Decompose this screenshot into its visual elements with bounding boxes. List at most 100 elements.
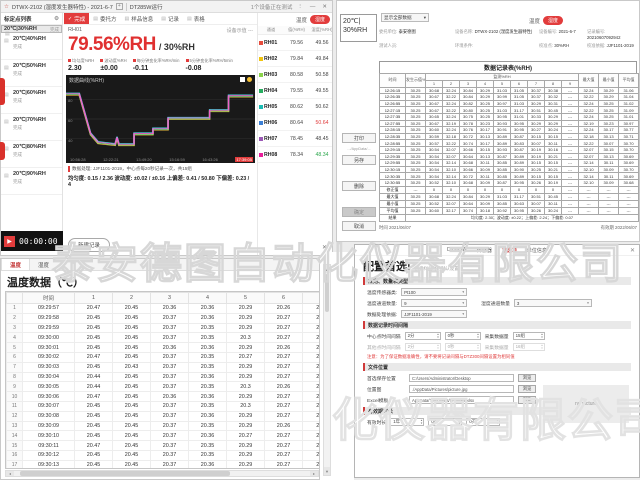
cell: 30.68	[460, 160, 477, 167]
cell: ---	[562, 153, 579, 160]
browse-button[interactable]: 浏览	[518, 396, 536, 404]
tab-humidity-active[interactable]: 湿度	[543, 16, 563, 25]
cell: 32.22	[443, 107, 460, 114]
vertical-scrollbar[interactable]: ▲ ▼	[323, 264, 331, 476]
file-path-input[interactable]: AppData/Templates/template.xlsx	[409, 396, 514, 404]
sensor-type-label: 温度传感器类:	[367, 289, 397, 296]
sidebar-item-calibration-point[interactable]: ▤20℃|50%RH完成	[1, 60, 62, 87]
cell: 30.26	[528, 179, 545, 186]
tab-temperature[interactable]: 温度	[296, 16, 307, 24]
dialog-tab-首选项[interactable]: 首选项	[502, 247, 517, 254]
scroll-right-icon[interactable]: ▸	[310, 471, 318, 476]
cancel-button[interactable]: 取消	[342, 221, 376, 231]
cell: 20.45	[75, 333, 113, 343]
tab-item[interactable]: ▤记录	[157, 13, 183, 24]
validity-year-stepper[interactable]: 1年▴▾	[390, 418, 424, 426]
cell: 20.37	[151, 421, 189, 431]
cell: 30.54	[426, 153, 443, 160]
scrollbar-thumb[interactable]	[325, 274, 329, 312]
cell: 30.99	[494, 94, 511, 101]
scroll-left-icon[interactable]: ◂	[6, 471, 14, 476]
sidebar-item-calibration-point[interactable]: ▤20℃|80%RH完成	[1, 141, 62, 168]
scroll-up-icon[interactable]: ▲	[324, 265, 330, 273]
scrollbar-thumb[interactable]	[20, 471, 230, 476]
sensor-type-select[interactable]: Pt100▾	[401, 288, 467, 296]
add-tab-button[interactable]: +	[116, 3, 123, 10]
tab-item[interactable]: ▤委托方	[89, 13, 120, 24]
save-as-button[interactable]: 另存	[342, 155, 376, 165]
cell: 30.11	[545, 200, 562, 207]
print-button[interactable]: 打印	[342, 133, 376, 143]
center-seconds-stepper[interactable]: 0秒▴▾	[445, 332, 481, 340]
other-minutes-stepper[interactable]: 2分▴▾	[405, 343, 441, 351]
tab-温度[interactable]: 温度	[1, 259, 30, 270]
close-icon[interactable]: ✕	[320, 4, 329, 10]
cell: 20.3	[303, 401, 320, 411]
sidebar-item-calibration-point[interactable]: ▤20℃|70%RH完成	[1, 114, 62, 141]
close-icon[interactable]: ✕	[630, 247, 635, 254]
file-path-input[interactable]: ./AppData/Pictures/picture.jpg	[409, 385, 514, 393]
browse-button[interactable]: 浏览	[518, 385, 536, 393]
horizontal-scrollbar[interactable]: ◂ ▸	[5, 470, 319, 477]
cell: 3	[7, 323, 23, 333]
cell: 20.36	[189, 313, 227, 323]
ok-button[interactable]: 确定	[342, 207, 376, 217]
point-state: 完成	[13, 71, 59, 77]
dialog-tab-单位信息[interactable]: 单位信息	[527, 247, 547, 254]
sidebar-item-calibration-point[interactable]: ▤20℃|40%RH完成	[1, 33, 62, 60]
cell: 20.36	[151, 304, 189, 314]
cell: 09:29:58	[23, 313, 75, 323]
validity-month-stepper[interactable]: 0月▴▾	[428, 418, 462, 426]
column-header: 8	[545, 81, 562, 88]
center-sample-count-stepper[interactable]: 15组▴▾	[513, 332, 545, 340]
tab-humidity-active[interactable]: 湿度	[310, 15, 330, 24]
more-icon[interactable]: ⋮	[295, 4, 305, 10]
tab-湿度[interactable]: 湿度	[30, 259, 57, 270]
cell: ---	[562, 133, 579, 140]
cell: ---	[619, 193, 639, 200]
sidebar-item-calibration-point[interactable]: ▤20℃|90%RH完成	[1, 168, 62, 195]
tab-item[interactable]: ▤样品信息	[120, 13, 157, 24]
play-icon[interactable]: ▶	[4, 236, 15, 247]
humidity-channel-count-select[interactable]: 3▾	[514, 299, 592, 307]
table-row: 12:30:3530.2530.5432.1430.7230.1130.8530…	[380, 173, 639, 180]
data-filter-dropdown[interactable]: 显示全部数据 ▾	[381, 13, 429, 22]
column-header: 时间	[380, 74, 406, 88]
file-path-input[interactable]: C:/Users/Administrator/Desktop	[409, 374, 514, 382]
gear-icon[interactable]: ⚙	[54, 16, 59, 22]
data-basis-select[interactable]: JJF1101-2019▾	[401, 310, 467, 318]
sidebar-item-calibration-point[interactable]: ▤20℃|60%RH完成	[1, 87, 62, 114]
cell: 20.27	[265, 323, 303, 333]
tab-active[interactable]: ✓完成	[64, 13, 89, 24]
red-window-fragment	[0, 78, 5, 105]
other-seconds-stepper[interactable]: 0秒▴▾	[445, 343, 481, 351]
minimize-icon[interactable]: —	[308, 4, 318, 10]
dialog-tab-传感器[interactable]: 传感器	[477, 247, 492, 254]
field-value: DTWX-2102 (湿度发生器特性)	[475, 29, 533, 34]
sidebar-item-calibration-point[interactable]: ▤20℃|30%RH完成	[1, 25, 62, 33]
browse-button[interactable]: 浏览	[518, 374, 536, 382]
validity-day-stepper[interactable]: 0天▴▾	[466, 418, 500, 426]
cell: 20.26	[265, 304, 303, 314]
cell: 14	[7, 431, 23, 441]
other-sample-count-stepper[interactable]: 16组▴▾	[513, 343, 545, 351]
temp-channel-count-select[interactable]: 9▾	[401, 299, 467, 307]
tab-item[interactable]: ▤表格	[183, 13, 209, 24]
chart-info-icon[interactable]	[247, 77, 252, 82]
tab-temperature[interactable]: 温度	[529, 17, 540, 25]
cell: 20.26	[265, 382, 303, 392]
cell: 20.45	[113, 411, 151, 421]
dialog-tab-DT285W[interactable]: DT285W	[447, 247, 467, 253]
cell: 30.17	[477, 140, 494, 147]
run-tab[interactable]: DT285W运行	[126, 3, 163, 11]
chart-legend-checkbox[interactable]	[240, 77, 245, 82]
channel-name: RH03	[258, 67, 284, 83]
delete-button[interactable]: 删除	[342, 181, 376, 191]
center-minutes-stepper[interactable]: 2分▴▾	[405, 332, 441, 340]
table-row: RH0680.6450.64	[258, 115, 333, 131]
close-icon[interactable]: ✕	[322, 244, 327, 251]
new-record-button[interactable]: 新建记录	[68, 238, 110, 252]
scroll-down-icon[interactable]: ▼	[324, 467, 330, 475]
cell: 20.45	[113, 431, 151, 441]
cell: 30.87	[511, 133, 528, 140]
